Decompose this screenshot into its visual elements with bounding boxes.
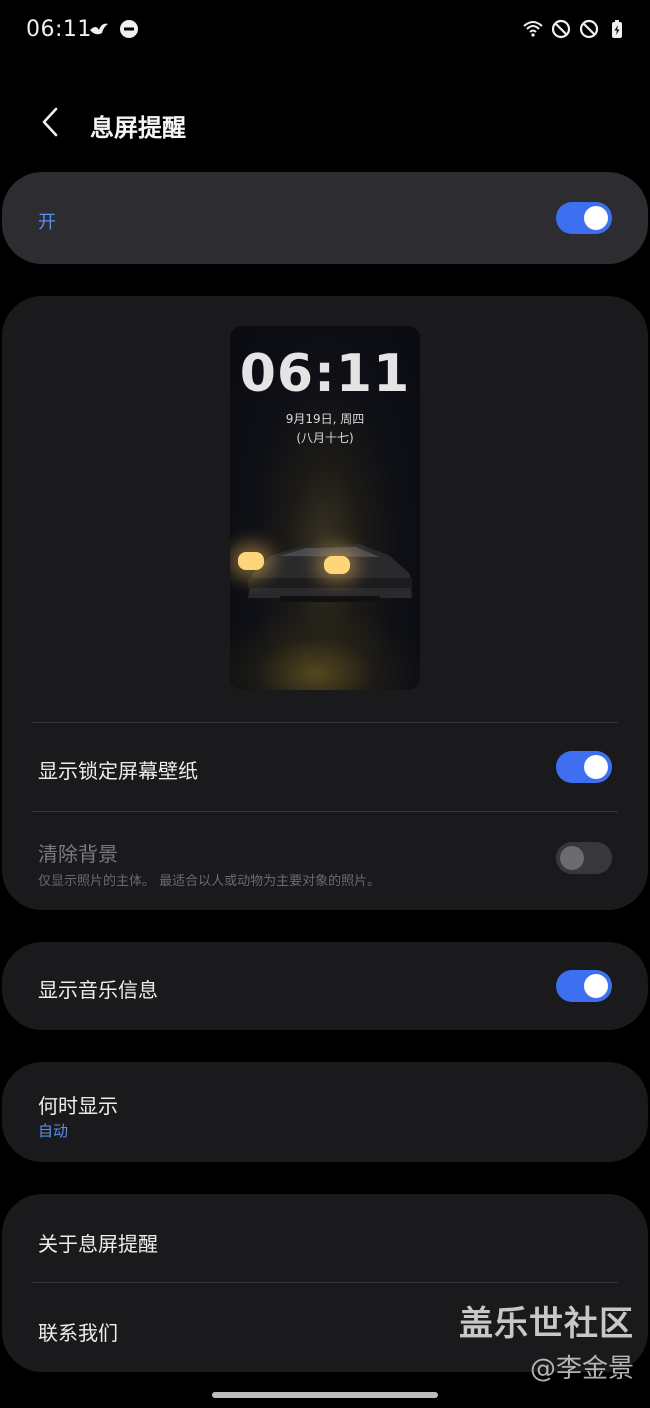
clear-background-label: 清除背景 bbox=[38, 842, 118, 866]
status-time: 06:11 bbox=[26, 17, 92, 42]
back-button[interactable] bbox=[30, 102, 70, 142]
master-switch-row[interactable]: 开 bbox=[2, 172, 648, 264]
show-music-info-toggle[interactable] bbox=[556, 970, 612, 1002]
preview-lunar-date: (八月十七) bbox=[296, 431, 354, 445]
when-to-show-label: 何时显示 bbox=[38, 1094, 118, 1118]
bird-icon bbox=[88, 18, 110, 40]
status-bar: 06:11 bbox=[0, 0, 650, 62]
show-lock-wallpaper-row[interactable]: 显示锁定屏幕壁纸 bbox=[2, 723, 648, 811]
clear-background-row[interactable]: 清除背景 仅显示照片的主体。 最适合以人或动物为主要对象的照片。 bbox=[2, 812, 648, 908]
preview-date: 9月19日, 周四 bbox=[285, 412, 365, 426]
status-right-icons bbox=[522, 18, 628, 40]
road-glow bbox=[230, 610, 420, 690]
about-card: 关于息屏提醒 联系我们 bbox=[2, 1194, 648, 1372]
headlight-left bbox=[238, 552, 264, 570]
watermark-main: 盖乐世社区 bbox=[459, 1304, 634, 1344]
toggle-knob bbox=[584, 974, 608, 998]
show-music-info-row[interactable]: 显示音乐信息 bbox=[2, 942, 648, 1030]
about-row[interactable]: 关于息屏提醒 bbox=[2, 1194, 648, 1282]
watermark-sub: @李金景 bbox=[529, 1354, 634, 1384]
headlight-right bbox=[324, 556, 350, 574]
toggle-knob bbox=[584, 755, 608, 779]
toggle-knob bbox=[560, 846, 584, 870]
contact-label: 联系我们 bbox=[38, 1321, 118, 1345]
master-switch-toggle[interactable] bbox=[556, 202, 612, 234]
wallpaper-settings-card: 06:11 9月19日, 周四 (八月十七) 显示锁定屏幕壁纸 清除背景 仅显示… bbox=[2, 296, 648, 910]
do-not-disturb-icon bbox=[118, 18, 140, 40]
master-switch-label: 开 bbox=[38, 212, 56, 233]
preview-clock: 06:11 bbox=[239, 344, 411, 404]
page-title: 息屏提醒 bbox=[90, 114, 186, 142]
clear-background-description: 仅显示照片的主体。 最适合以人或动物为主要对象的照片。 bbox=[38, 874, 381, 889]
blocked-icon bbox=[578, 18, 600, 40]
gesture-nav-handle[interactable] bbox=[212, 1392, 438, 1398]
clear-background-toggle[interactable] bbox=[556, 842, 612, 874]
show-lock-wallpaper-toggle[interactable] bbox=[556, 751, 612, 783]
wifi-icon bbox=[522, 18, 544, 40]
about-label: 关于息屏提醒 bbox=[38, 1232, 158, 1256]
battery-charging-icon bbox=[606, 18, 628, 40]
when-to-show-value: 自动 bbox=[38, 1122, 69, 1140]
header: 息屏提醒 bbox=[0, 88, 650, 158]
blocked-icon bbox=[550, 18, 572, 40]
status-left-icons bbox=[88, 18, 140, 40]
lock-screen-preview[interactable]: 06:11 9月19日, 周四 (八月十七) bbox=[230, 326, 420, 690]
show-music-info-label: 显示音乐信息 bbox=[38, 978, 158, 1002]
show-lock-wallpaper-label: 显示锁定屏幕壁纸 bbox=[38, 759, 198, 783]
when-to-show-row[interactable]: 何时显示 自动 bbox=[2, 1062, 648, 1162]
chevron-left-icon bbox=[42, 107, 58, 137]
toggle-knob bbox=[584, 206, 608, 230]
